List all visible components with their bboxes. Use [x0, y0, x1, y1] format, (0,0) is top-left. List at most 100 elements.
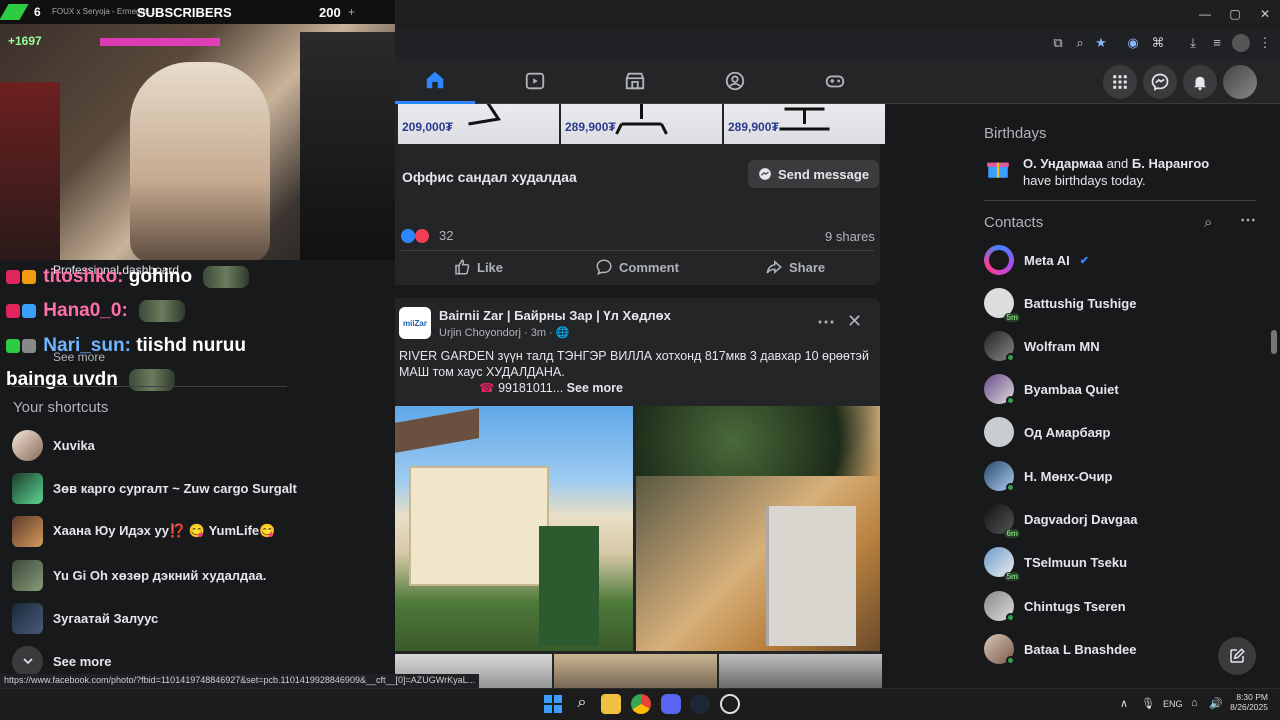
house-photo-interior[interactable] — [636, 406, 880, 651]
shortcut-item[interactable]: Зугаатай Залуус — [12, 600, 158, 636]
shortcut-avatar — [12, 515, 43, 547]
contact-item[interactable]: Chintugs Tseren — [984, 588, 1126, 624]
nav-groups-tab[interactable] — [695, 58, 775, 104]
shares-count[interactable]: 9 shares — [825, 229, 875, 244]
network-icon[interactable]: ⌂ — [1191, 697, 1198, 709]
close-post-icon[interactable]: ✕ — [847, 311, 862, 332]
post-author[interactable]: Urjin Choyondorj — [439, 327, 521, 339]
shortcut-item[interactable]: Зөв карго сургалт ~ Zuw cargo Surgalt — [12, 470, 297, 506]
nav-video-tab[interactable] — [495, 58, 575, 104]
nav-gaming-tab[interactable] — [795, 58, 875, 104]
notifications-button[interactable] — [1183, 65, 1217, 99]
contact-item[interactable]: Meta AI ✔ — [984, 242, 1089, 278]
search-icon[interactable]: ⌕ — [572, 694, 592, 714]
shortcut-avatar — [12, 559, 43, 591]
post-meta: Urjin Choyondorj · 3m · 🌐 — [439, 327, 570, 339]
zoom-icon[interactable]: ⌕ — [1071, 34, 1089, 52]
gift-badge-icon — [6, 338, 20, 353]
maximize-button[interactable]: ▢ — [1220, 4, 1250, 24]
contact-name: TSelmuun Tseku — [1024, 554, 1128, 570]
contacts-options-icon[interactable]: ⋯ — [1240, 210, 1256, 230]
like-button[interactable]: Like — [453, 252, 503, 282]
online-dot — [1006, 483, 1015, 492]
messenger-button[interactable] — [1143, 65, 1177, 99]
nav-home-tab[interactable] — [395, 58, 475, 104]
video-icon — [525, 72, 545, 90]
language-indicator[interactable]: ENG — [1163, 699, 1183, 709]
nav-marketplace-tab[interactable] — [595, 58, 675, 104]
search-contacts-icon[interactable]: ⌕ — [1204, 214, 1212, 231]
share-button[interactable]: Share — [765, 252, 825, 282]
close-window-button[interactable]: ✕ — [1250, 4, 1280, 24]
new-message-button[interactable] — [1218, 637, 1256, 675]
subscribers-label: SUBSCRIBERS — [137, 5, 232, 20]
windows-start-icon[interactable] — [543, 694, 563, 714]
extension-icon[interactable]: ◉ — [1124, 34, 1142, 52]
see-more-link[interactable]: See more — [567, 381, 623, 395]
shortcut-label: Yu Gi Oh хөзөр дэкний худалдаа. — [53, 567, 267, 583]
page-name-link[interactable]: Bairnii Zar | Байрны Зар | Үл Хөдлөх — [439, 308, 671, 323]
house-photo-5[interactable] — [719, 654, 882, 688]
product-image[interactable]: 289,900₮ — [561, 104, 722, 144]
comment-button[interactable]: Comment — [595, 252, 679, 282]
shortcut-label: Зөв карго сургалт ~ Zuw cargo Surgalt — [53, 480, 297, 496]
product-image[interactable]: 209,000₮ — [398, 104, 559, 144]
chat-username: Hana0_0: — [43, 300, 128, 322]
file-explorer-icon[interactable] — [601, 694, 621, 714]
shortcut-item[interactable]: Хаана Юу Идэх уу⁉️ 😋 YumLife😋 — [12, 513, 275, 549]
send-message-button[interactable]: Send message — [748, 160, 880, 188]
menu-grid-button[interactable] — [1103, 65, 1137, 99]
puzzle-icon[interactable]: ⌘ — [1149, 34, 1167, 52]
see-more-top-link[interactable]: See more — [53, 350, 105, 364]
contact-item[interactable]: Byambaa Quiet — [984, 371, 1119, 407]
online-dot — [1006, 396, 1015, 405]
reactions-summary[interactable]: 32 — [401, 228, 453, 243]
browser-menu-icon[interactable]: ⋮ — [1256, 34, 1274, 52]
shortcut-avatar — [12, 472, 43, 504]
subscriber-goal-bar: 6 FOUX x Seryoja - Ermegtei... SUBSCRIBE… — [0, 0, 395, 24]
gift-icon — [985, 155, 1011, 181]
contact-item[interactable]: 5m Battushig Tushige — [984, 285, 1136, 322]
contact-item[interactable]: Од Амарбаяр — [984, 414, 1110, 450]
contact-item[interactable]: 5m TSelmuun Tseku — [984, 544, 1128, 581]
emote-icon — [129, 369, 176, 391]
steam-icon[interactable] — [690, 694, 710, 714]
house-photo-4[interactable] — [554, 654, 717, 688]
more-options-icon[interactable]: ⋯ — [817, 312, 835, 333]
tray-chevron-icon[interactable]: ∧ — [1120, 697, 1128, 710]
shortcut-item[interactable]: Xuvika — [12, 427, 95, 463]
post-text: RIVER GARDEN зүүн талд ТЭНГЭР ВИЛЛА хотх… — [399, 348, 869, 396]
shortcut-item[interactable]: Yu Gi Oh хөзөр дэкний худалдаа. — [12, 557, 266, 593]
meta-ai-icon — [984, 245, 1014, 275]
profile-avatar-icon[interactable] — [1232, 34, 1250, 52]
volume-icon[interactable]: 🔊 — [1209, 697, 1223, 710]
discord-icon[interactable] — [661, 694, 681, 714]
minimize-button[interactable]: — — [1190, 4, 1220, 24]
product-image[interactable]: 289,900₮ — [724, 104, 885, 144]
reading-list-icon[interactable]: ≡ — [1208, 34, 1226, 52]
page-avatar-label: miiZar — [402, 318, 427, 328]
page-avatar[interactable]: miiZar — [399, 307, 431, 339]
contact-name: Chintugs Tseren — [1024, 598, 1126, 614]
screen-cast-icon[interactable]: ⧉ — [1049, 34, 1067, 52]
account-avatar-button[interactable] — [1223, 65, 1257, 99]
obs-icon[interactable] — [720, 694, 740, 714]
chrome-icon[interactable] — [631, 694, 651, 714]
bookmark-star-icon[interactable]: ★ — [1092, 34, 1110, 52]
scrollbar-thumb[interactable] — [1271, 330, 1277, 354]
contact-name: Bataa L Bnashdee — [1024, 641, 1137, 657]
contact-item[interactable]: Н. Мөнх-Очир — [984, 458, 1112, 494]
clock[interactable]: 8:30 PM 8/26/2025 — [1228, 692, 1268, 712]
microphone-icon[interactable]: 🎙 — [1141, 697, 1155, 710]
post-time[interactable]: 3m — [531, 327, 546, 339]
contact-item[interactable]: Wolfram MN — [984, 328, 1100, 364]
birthdays-text[interactable]: О. Ундармаа and Б. Нарангоо have birthda… — [1023, 155, 1233, 189]
birthday-and: and — [1106, 156, 1129, 171]
contact-item[interactable]: 6m Dagvadorj Davgaa — [984, 501, 1137, 538]
house-photo-exterior[interactable] — [395, 406, 633, 651]
reactions-count: 32 — [439, 228, 454, 243]
download-icon[interactable]: ⤓ — [1184, 34, 1202, 52]
birthdays-title: Birthdays — [984, 125, 1047, 142]
contact-avatar — [984, 591, 1015, 622]
contact-item[interactable]: Bataa L Bnashdee — [984, 631, 1136, 667]
